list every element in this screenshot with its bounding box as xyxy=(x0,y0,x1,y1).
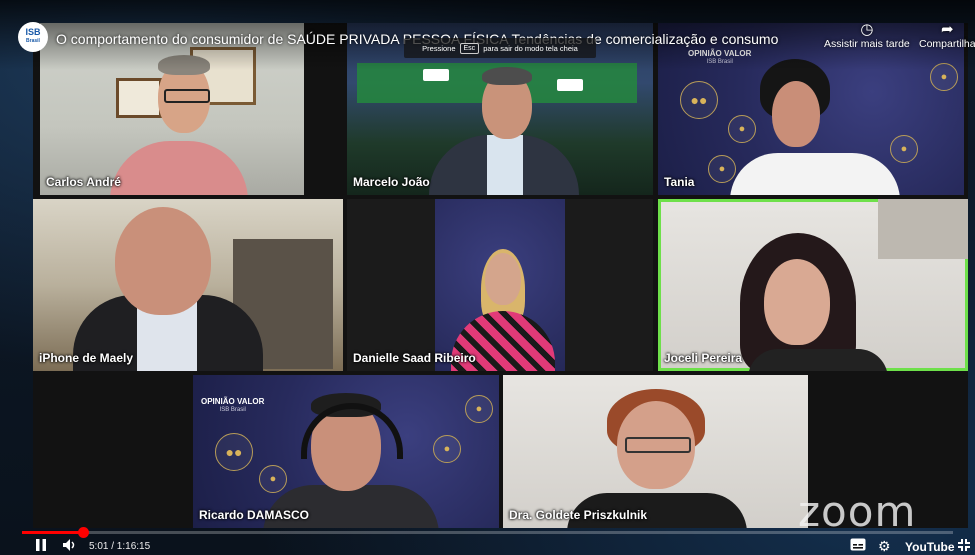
share-label: Compartilhar xyxy=(919,38,975,50)
participant-name: Tania xyxy=(664,175,695,189)
participant-name: Ricardo DAMASCO xyxy=(199,508,310,522)
subtitles-button[interactable] xyxy=(850,538,866,554)
participant-body xyxy=(730,153,900,195)
share-button[interactable]: ➦ Compartilhar xyxy=(919,20,975,50)
brand-sub: ISB Brasil xyxy=(219,407,246,413)
shirt xyxy=(487,135,523,195)
participant-head xyxy=(485,253,521,305)
building-sign xyxy=(423,69,449,81)
participant-name: iPhone de Maely xyxy=(39,351,134,365)
settings-button[interactable]: ⚙ xyxy=(878,538,891,555)
watch-later-label: Assistir mais tarde xyxy=(824,38,910,50)
participant-tile-active-speaker[interactable]: Joceli Pereira xyxy=(658,199,968,371)
wall-shadow xyxy=(878,199,968,259)
participant-name: Marcelo João xyxy=(353,175,430,189)
people-icon: ● xyxy=(433,435,461,463)
exit-fullscreen-button[interactable] xyxy=(957,538,971,555)
youtube-logo[interactable]: YouTube xyxy=(905,540,955,554)
brand-line2: VALOR xyxy=(237,397,265,406)
participant-name: Joceli Pereira xyxy=(664,351,743,365)
progress-bar[interactable] xyxy=(22,527,953,538)
zoom-gallery: Carlos André Marcelo João OPINIÃO VALOR … xyxy=(33,23,968,528)
participant-head xyxy=(772,81,820,147)
brand-logo: OPINIÃO VALOR ISB Brasil xyxy=(201,397,264,415)
participant-tile[interactable]: Danielle Saad Ribeiro xyxy=(347,199,653,371)
volume-icon xyxy=(63,539,75,551)
progress-fill xyxy=(22,531,84,534)
people-icon: ● xyxy=(465,395,493,423)
people-icon: ● xyxy=(708,155,736,183)
glasses xyxy=(625,437,691,453)
fullscreen-hint: Pressione Esc para sair do modo tela che… xyxy=(404,38,596,58)
pause-icon xyxy=(36,539,46,551)
wall-frame xyxy=(116,78,162,118)
people-icon: ● xyxy=(890,135,918,163)
esc-key: Esc xyxy=(459,42,480,54)
participant-name: Dra. Goldete Priszkulnik xyxy=(509,508,648,522)
channel-logo-text: ISB xyxy=(25,27,41,37)
people-icon: ●● xyxy=(215,433,253,471)
share-icon: ➦ xyxy=(941,21,954,38)
pause-button[interactable] xyxy=(34,538,48,555)
time-display: 5:01 / 1:16:15 xyxy=(89,541,151,552)
people-icon: ●● xyxy=(680,81,718,119)
watch-later-button[interactable]: ◷ Assistir mais tarde xyxy=(824,20,910,50)
volume-button[interactable] xyxy=(62,538,78,555)
people-icon: ● xyxy=(259,465,287,493)
participant-name: Carlos André xyxy=(46,175,121,189)
hint-suffix: para sair do modo tela cheia xyxy=(483,43,578,53)
hint-prefix: Pressione xyxy=(422,43,456,53)
gear-icon: ⚙ xyxy=(878,538,891,554)
participant-name: Danielle Saad Ribeiro xyxy=(353,351,476,365)
channel-logo-sub: Brasil xyxy=(26,38,40,44)
zoom-watermark: zoom xyxy=(798,487,917,536)
participant-head xyxy=(115,207,211,315)
channel-avatar[interactable]: ISB Brasil xyxy=(18,22,48,52)
participant-tile[interactable]: OPINIÃO VALOR ISB Brasil ●● ● ● ● Ricard… xyxy=(193,375,499,528)
participant-body xyxy=(110,141,248,195)
participant-tile[interactable]: iPhone de Maely xyxy=(33,199,343,371)
brand-line1: OPINIÃO xyxy=(201,397,235,406)
subtitles-icon xyxy=(850,538,866,551)
participant-tile[interactable]: Dra. Goldete Priszkulnik xyxy=(503,375,808,528)
participant-head xyxy=(764,259,830,345)
glasses xyxy=(164,89,210,103)
exit-fullscreen-icon xyxy=(958,539,970,551)
building-sign xyxy=(557,79,583,91)
participant-body xyxy=(748,349,888,371)
clock-icon: ◷ xyxy=(860,21,874,38)
people-icon: ● xyxy=(728,115,756,143)
